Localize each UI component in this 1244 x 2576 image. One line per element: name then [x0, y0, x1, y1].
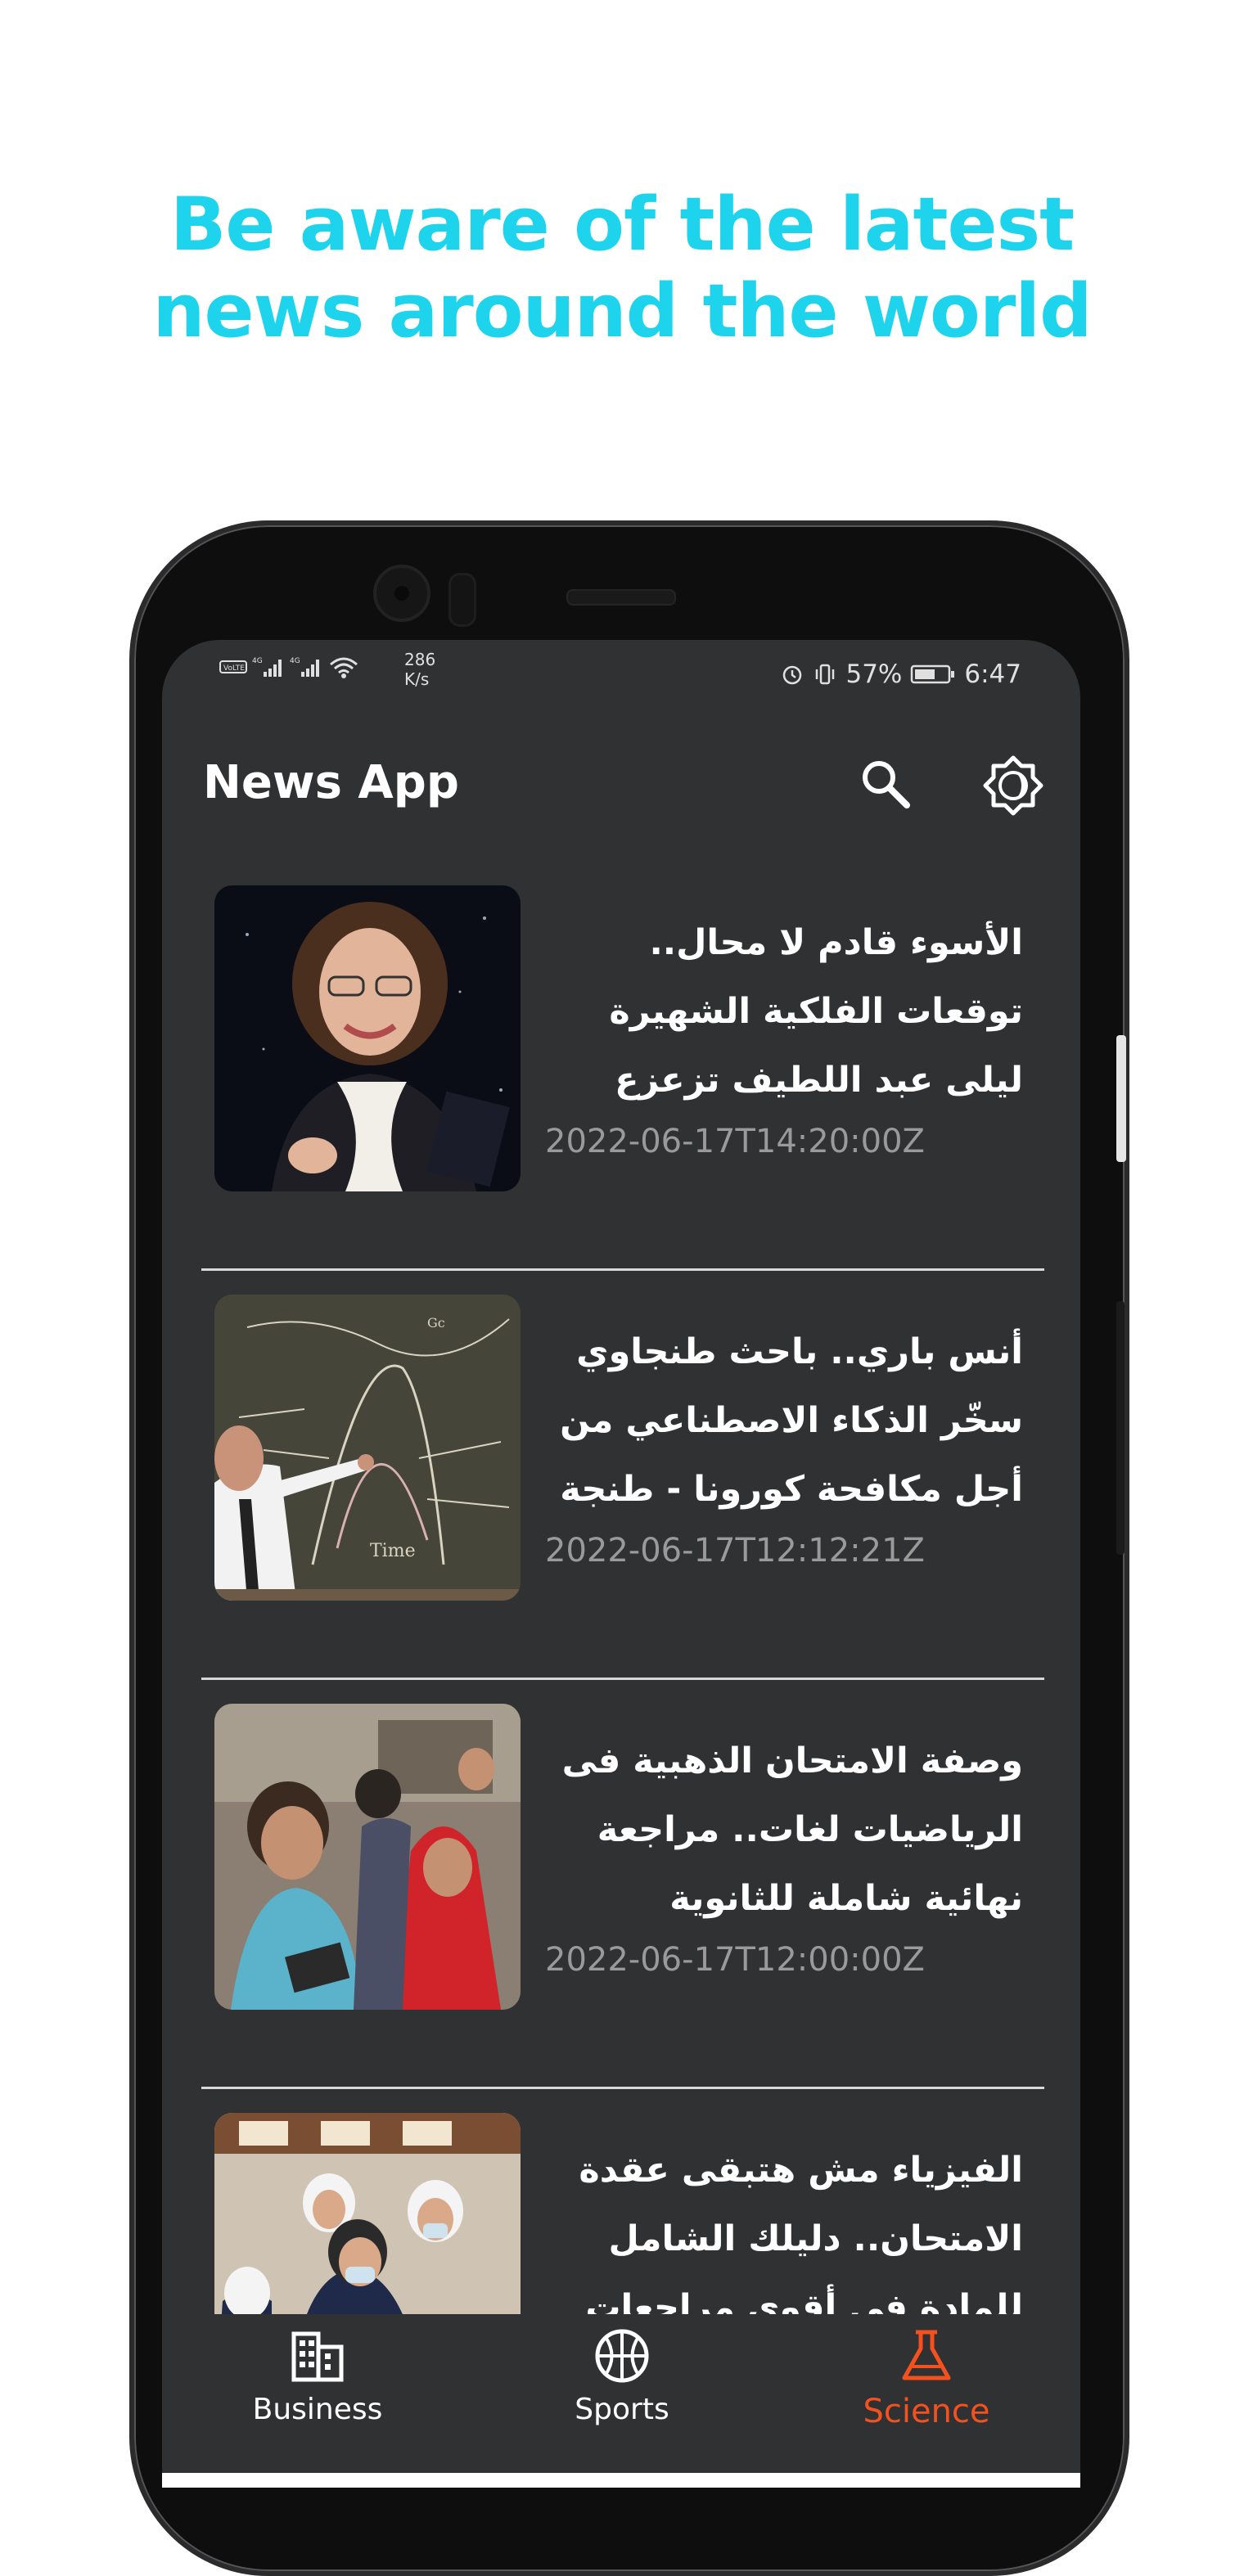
thumbnail-image-astrologer — [214, 885, 521, 1191]
clock: 6:47 — [964, 660, 1021, 689]
news-title[interactable]: أنس باري.. باحث طنجاوي سخّر الذكاء الاصط… — [540, 1317, 1023, 1538]
earpiece-speaker — [566, 589, 676, 606]
nav-item-science[interactable]: Science — [804, 2327, 1049, 2430]
headline-line-2: news around the world — [152, 268, 1092, 354]
battery-icon — [911, 664, 955, 684]
battery-percent: 57% — [845, 660, 903, 689]
wifi-icon — [330, 657, 358, 678]
divider — [201, 1678, 1044, 1680]
signal-icon-2: 4G — [290, 657, 319, 677]
app-title: News App — [203, 756, 459, 809]
status-right: 57% 6:47 — [780, 660, 1021, 689]
svg-text:Gc: Gc — [427, 1315, 445, 1331]
app-bar: News App — [162, 736, 1080, 826]
signal-icon: 4G — [252, 657, 282, 677]
svg-text:4G: 4G — [290, 657, 300, 665]
bottom-navigation: Business Sports Science — [162, 2314, 1080, 2488]
headline-line-1: Be aware of the latest — [169, 182, 1075, 268]
news-thumbnail[interactable]: Time Gc — [214, 1295, 521, 1601]
search-icon[interactable] — [856, 754, 913, 812]
sports-ball-icon — [595, 2329, 649, 2383]
vibrate-icon — [816, 664, 835, 685]
nav-item-business[interactable]: Business — [195, 2327, 440, 2426]
nav-label-business: Business — [252, 2393, 383, 2426]
divider — [201, 2087, 1044, 2089]
app-screen: VoLTE 4G 4G 286 K/s 57% 6:47 News App ال… — [162, 640, 1080, 2488]
thumbnail-image-students — [214, 1704, 521, 2010]
news-date: 2022-06-17T12:00:00Z — [545, 1941, 925, 1979]
divider — [201, 1268, 1044, 1271]
brightness-icon[interactable] — [982, 754, 1044, 817]
nav-label-science: Science — [863, 2393, 990, 2430]
news-thumbnail[interactable] — [214, 885, 521, 1191]
news-title[interactable]: وصفة الامتحان الذهبية فى الرياضيات لغات.… — [540, 1727, 1023, 1948]
news-item[interactable]: وصفة الامتحان الذهبية فى الرياضيات لغات.… — [201, 1704, 1044, 2113]
nav-label-sports: Sports — [575, 2393, 669, 2426]
status-bar: VoLTE 4G 4G 286 K/s 57% 6:47 — [162, 640, 1080, 705]
screen-bottom-edge — [162, 2473, 1080, 2488]
phone-power-button — [1116, 1301, 1125, 1555]
phone-side-button — [1116, 1035, 1126, 1162]
network-speed: 286 K/s — [404, 650, 435, 689]
svg-text:4G: 4G — [252, 657, 263, 665]
svg-text:Time: Time — [370, 1541, 416, 1561]
proximity-sensor — [448, 573, 476, 627]
news-thumbnail[interactable] — [214, 1704, 521, 2010]
net-speed-unit: K/s — [404, 669, 430, 689]
science-flask-icon — [902, 2330, 951, 2380]
volte-icon: VoLTE — [219, 660, 247, 673]
nav-item-sports[interactable]: Sports — [499, 2327, 745, 2426]
news-date: 2022-06-17T12:12:21Z — [545, 1532, 925, 1569]
marketing-headline: Be aware of the latest news around the w… — [0, 182, 1244, 355]
thumbnail-image-chalkboard: Time Gc — [214, 1295, 521, 1601]
business-icon — [291, 2331, 344, 2382]
front-camera — [373, 565, 430, 622]
net-speed-value: 286 — [404, 650, 436, 669]
news-item[interactable]: Time Gc أنس باري.. باحث طنجاوي سخّر الذك… — [201, 1295, 1044, 1704]
svg-text:VoLTE: VoLTE — [223, 664, 245, 673]
news-item[interactable]: الأسوء قادم لا محال.. توقعات الفلكية الش… — [201, 885, 1044, 1295]
alarm-icon — [783, 665, 802, 685]
news-title[interactable]: الأسوء قادم لا محال.. توقعات الفلكية الش… — [540, 908, 1023, 1129]
news-date: 2022-06-17T14:20:00Z — [545, 1123, 925, 1160]
status-left: VoLTE 4G 4G — [219, 655, 360, 679]
